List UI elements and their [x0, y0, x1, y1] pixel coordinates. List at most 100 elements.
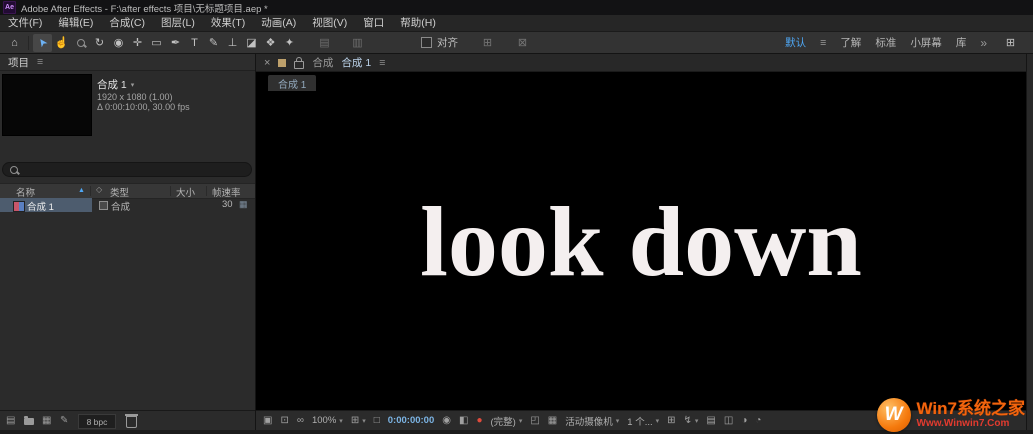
tool-bar: ⌂ ➤ ☝ ↻ ◉ ✛ ▭ ✒ T ✎ ⊥ ◪ ❖ ✦ ▤ ▥ 对齐 ⊞ ⊠ 默…	[0, 32, 1033, 54]
pen-tool[interactable]: ✒	[166, 34, 185, 52]
shape-tool[interactable]: ▭	[147, 34, 166, 52]
watermark-text: Win7系统之家 Www.Winwin7.Com	[917, 400, 1025, 430]
menu-effect[interactable]: 效果(T)	[203, 15, 253, 32]
item-duration-fps: Δ 0:00:10:00, 30.00 fps	[97, 102, 190, 112]
current-timecode[interactable]: 0:00:00:00	[388, 415, 434, 426]
adjust-icon[interactable]: ✎	[60, 415, 68, 426]
column-name-header[interactable]: 名称	[16, 185, 35, 199]
search-input[interactable]	[23, 163, 227, 176]
vr-icon[interactable]: ∞	[297, 415, 304, 426]
table-row[interactable]: 合成 1 合成 30 ▦	[0, 198, 255, 213]
chevron-down-icon: ▾	[655, 417, 660, 425]
snap-checkbox[interactable]	[421, 37, 432, 48]
viewer-panel-label[interactable]: 合成	[312, 55, 333, 70]
viewer-comp-name[interactable]: 合成 1	[341, 55, 371, 70]
snapshot-camera-icon[interactable]: ◉	[442, 415, 451, 426]
puppet-pin-tool[interactable]: ✦	[280, 34, 299, 52]
selected-item-title[interactable]: 合成 1 ▾	[97, 77, 134, 92]
workspace-bar: 默认 ≡ 了解 标准 小屏幕 库 » ⊞	[785, 34, 1028, 52]
column-divider[interactable]	[90, 186, 91, 196]
exposure-gauge-icon[interactable]: ◔	[755, 415, 761, 426]
eraser-tool[interactable]: ◪	[242, 34, 261, 52]
panel-menu-icon[interactable]: ≡	[37, 56, 43, 68]
menu-view[interactable]: 视图(V)	[304, 15, 355, 32]
roto-brush-tool[interactable]: ❖	[261, 34, 280, 52]
chevron-down-icon: ▾	[694, 417, 699, 425]
selection-tool[interactable]: ➤	[33, 33, 52, 52]
menu-animation[interactable]: 动画(A)	[253, 15, 304, 32]
hand-tool[interactable]: ☝	[52, 34, 71, 52]
project-tab-label[interactable]: 项目	[8, 55, 29, 70]
menu-help[interactable]: 帮助(H)	[392, 15, 444, 32]
sort-arrow-icon[interactable]: ▲	[78, 187, 85, 194]
workspace-tab-small-screen[interactable]: 小屏幕	[910, 35, 942, 50]
menu-composition[interactable]: 合成(C)	[101, 15, 153, 32]
selected-item-name: 合成 1	[97, 79, 127, 91]
workspace-overflow-chevron[interactable]: »	[980, 36, 987, 50]
always-preview-icon[interactable]: ▣	[263, 415, 272, 426]
view-layout-dropdown[interactable]: 1 个... ▾	[627, 414, 659, 428]
fast-preview-dropdown[interactable]: ↯ ▾	[684, 415, 699, 426]
bit-depth-button[interactable]: 8 bpc	[78, 414, 116, 429]
flowchart-icon[interactable]: ◫	[724, 415, 733, 426]
magnification-dropdown[interactable]: 100% ▾	[312, 415, 343, 426]
pan-behind-tool[interactable]: ✛	[128, 34, 147, 52]
brush-tool[interactable]: ✎	[204, 34, 223, 52]
transparency-grid-icon[interactable]: ▦	[548, 415, 557, 426]
toolbar-end-icon[interactable]: ⊞	[1001, 34, 1020, 52]
interpret-footage-icon[interactable]: ▤	[6, 415, 15, 426]
camera-tool[interactable]: ◉	[109, 34, 128, 52]
workspace-tab-standard[interactable]: 标准	[875, 35, 896, 50]
workspace-tab-libraries[interactable]: 库	[956, 35, 967, 50]
panel-menu-icon[interactable]: ≡	[379, 57, 385, 69]
pixel-aspect-icon[interactable]: ⊞	[667, 415, 675, 426]
timeline-icon[interactable]: ▤	[706, 415, 715, 426]
menu-window[interactable]: 窗口	[355, 15, 392, 32]
label-color-column-icon[interactable]: ◇	[96, 185, 102, 194]
new-folder-icon[interactable]	[24, 416, 34, 425]
composition-canvas[interactable]: look down	[256, 72, 1026, 410]
menu-layer[interactable]: 图层(L)	[153, 15, 203, 32]
column-size-header[interactable]: 大小	[176, 185, 195, 199]
region-of-interest-icon[interactable]: ◰	[530, 415, 539, 426]
workspace-tab-default[interactable]: 默认	[785, 35, 806, 50]
channels-icon[interactable]: ●	[476, 415, 482, 426]
chevron-down-icon: ▾	[339, 417, 343, 425]
column-divider[interactable]	[170, 186, 171, 196]
workspace-tab-learn[interactable]: 了解	[840, 35, 861, 50]
grid-guides-dropdown[interactable]: ⊞ ▾	[351, 415, 366, 426]
column-divider[interactable]	[206, 186, 207, 196]
view-layout-value: 1 个...	[627, 416, 653, 428]
show-snapshot-icon[interactable]: ◧	[459, 415, 468, 426]
camera-view-dropdown[interactable]: 活动摄像机 ▾	[565, 414, 619, 428]
column-framerate-header[interactable]: 帧速率	[212, 185, 241, 199]
lock-icon[interactable]	[294, 56, 305, 69]
chevron-down-icon: ▾	[615, 417, 620, 425]
type-tool[interactable]: T	[185, 34, 204, 52]
rotation-tool[interactable]: ↻	[90, 34, 109, 52]
snap-options-icon: ⊞	[482, 37, 493, 49]
resolution-value: (完整)	[490, 416, 516, 428]
clone-stamp-tool[interactable]: ⊥	[223, 34, 242, 52]
main-viewer-icon[interactable]: ⊡	[280, 415, 288, 426]
watermark-url: Www.Winwin7.Com	[916, 418, 1010, 429]
menu-file[interactable]: 文件(F)	[0, 15, 50, 32]
resolution-dropdown[interactable]: (完整) ▾	[490, 414, 522, 428]
search-icon	[10, 165, 18, 174]
comp-color-swatch	[278, 58, 287, 67]
project-search	[2, 162, 252, 177]
close-tab-icon[interactable]: ×	[264, 57, 270, 69]
menu-edit[interactable]: 编辑(E)	[50, 15, 101, 32]
type-icon	[99, 201, 108, 210]
trash-icon[interactable]	[125, 414, 138, 428]
column-type-header[interactable]: 类型	[110, 185, 129, 199]
watermark: W Win7系统之家 Www.Winwin7.Com	[876, 398, 1025, 432]
home-tool[interactable]: ⌂	[5, 34, 24, 52]
workspace-menu-icon[interactable]: ≡	[820, 37, 826, 49]
reset-exposure-icon[interactable]: ◑	[741, 415, 747, 426]
comp-mini-tab[interactable]: 合成 1	[268, 75, 317, 91]
zoom-tool[interactable]	[71, 34, 90, 52]
project-panel: 项目 ≡ 合成 1 ▾ 1920 x 1080 (1.00) Δ 0:00:10…	[0, 54, 255, 434]
new-composition-icon[interactable]: ▦	[42, 415, 51, 426]
mask-visibility-icon[interactable]: □	[374, 415, 380, 426]
